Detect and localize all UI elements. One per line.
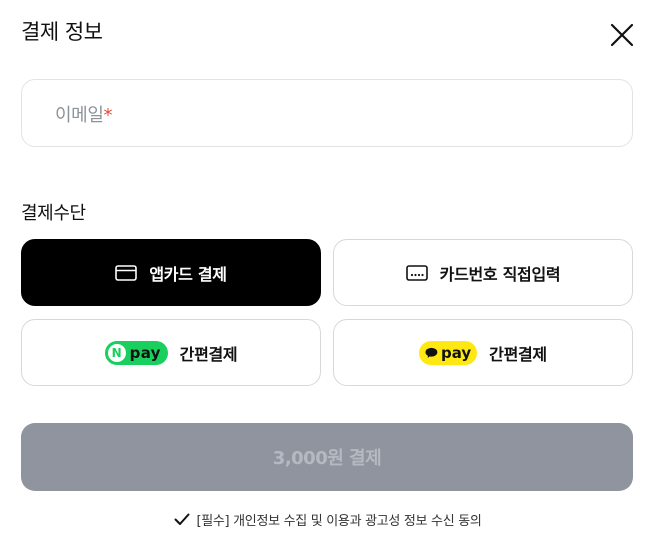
naver-n-mark: N [107,343,126,362]
close-button[interactable] [609,22,635,48]
kakao-pay-icon: pay [419,340,478,365]
payment-method-label: 간편결제 [179,344,238,364]
payment-section-label: 결제수단 [21,203,86,224]
check-icon[interactable] [174,513,190,526]
payment-method-naver-pay[interactable]: N pay 간편결제 [21,319,321,386]
modal-header: 결제 정보 [21,18,635,54]
required-mark: * [103,105,113,126]
pay-button-label: 3,000원 결제 [272,448,382,469]
page-title: 결제 정보 [21,20,103,44]
email-placeholder: 이메일* [55,105,113,126]
naver-pay-brand: pay [129,343,161,362]
naver-pay-icon: N pay [104,340,168,365]
close-icon [610,23,634,47]
payment-method-label: 앱카드 결제 [149,264,227,284]
payment-method-kakao-pay[interactable]: pay 간편결제 [333,319,633,386]
payment-method-label: 간편결제 [489,344,547,364]
card-icon [115,264,138,281]
consent-row[interactable]: [필수] 개인정보 수집 및 이용과 광고성 정보 수신 동의 [0,510,656,529]
pay-button[interactable]: 3,000원 결제 [21,423,633,491]
speech-bubble-icon [425,347,438,358]
keypad-card-icon [405,264,428,281]
payment-method-label: 카드번호 직접입력 [439,264,561,284]
email-field[interactable]: 이메일* [21,79,633,147]
consent-text: [필수] 개인정보 수집 및 이용과 광고성 정보 수신 동의 [196,514,482,529]
kakao-pay-brand: pay [440,343,472,362]
payment-method-card-number[interactable]: 카드번호 직접입력 [333,239,633,306]
payment-method-app-card[interactable]: 앱카드 결제 [21,239,321,306]
